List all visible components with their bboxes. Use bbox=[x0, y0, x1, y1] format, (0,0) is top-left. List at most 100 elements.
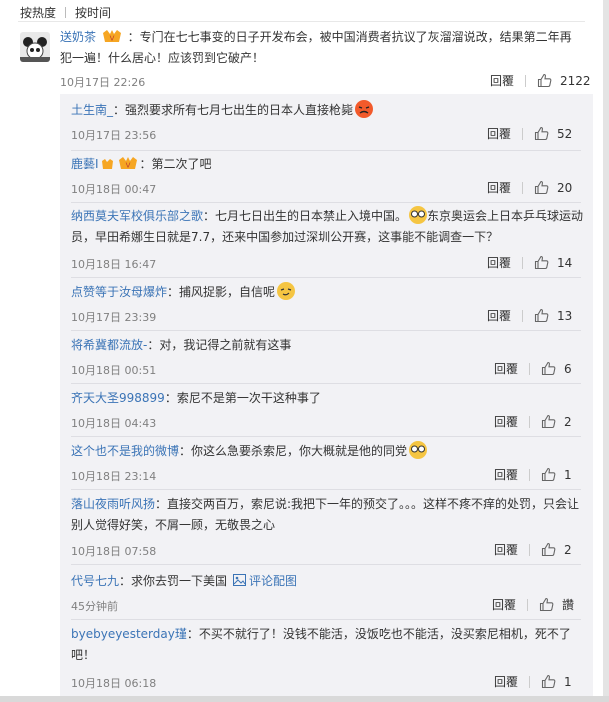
thumbs-up-icon bbox=[537, 73, 552, 88]
reply-button[interactable]: 回覆 bbox=[487, 254, 511, 271]
reply-text: 土生南_：强烈要求所有七月七出生的日本人直接枪毙 bbox=[71, 100, 586, 121]
thumbs-up-icon bbox=[541, 414, 556, 429]
like-button[interactable]: 20 bbox=[534, 180, 572, 195]
comment-image-link[interactable]: 评论配图 bbox=[233, 574, 297, 588]
like-button[interactable]: 2122 bbox=[537, 73, 591, 88]
angry-emoji-icon bbox=[355, 100, 374, 118]
reply-button[interactable]: 回覆 bbox=[494, 360, 518, 377]
thumbs-up-icon bbox=[541, 361, 556, 376]
reply-body: ：索尼不是第一次干这种事了 bbox=[164, 391, 321, 405]
divider bbox=[71, 383, 581, 384]
action-separator bbox=[522, 256, 524, 269]
action-separator bbox=[529, 675, 531, 688]
tab-sort-hot[interactable]: 按热度 bbox=[20, 4, 56, 21]
like-count: 14 bbox=[557, 255, 573, 270]
main-comment-username[interactable]: 送奶茶 bbox=[60, 30, 96, 44]
action-separator bbox=[522, 127, 524, 140]
reply-button[interactable]: 回覆 bbox=[494, 466, 518, 483]
like-count: 20 bbox=[557, 180, 573, 195]
reply-username[interactable]: 鹿藝I bbox=[71, 157, 99, 171]
reply-time: 10月18日 23:14 bbox=[71, 470, 157, 483]
divider bbox=[71, 150, 581, 151]
thumbs-up-icon bbox=[534, 180, 549, 195]
reply-actions: 回覆 讚 bbox=[492, 596, 574, 613]
like-button[interactable]: 2 bbox=[541, 542, 572, 557]
comment-page: 按热度 按时间 送奶茶 V ：专门在七七事变的日子开发布会，被中国消费者抗议了灰… bbox=[0, 0, 603, 702]
reply-button[interactable]: 回覆 bbox=[487, 307, 511, 324]
scrollbar[interactable] bbox=[603, 0, 609, 702]
like-button[interactable]: 52 bbox=[534, 126, 572, 141]
divider bbox=[18, 21, 585, 22]
reply-text: 齐天大圣998899：索尼不是第一次干这种事了 bbox=[71, 388, 586, 409]
main-comment-actions: 回覆 2122 bbox=[490, 72, 591, 89]
reply-text: 落山夜雨听风扬：直接交两百万，索尼说:我把下一年的预交了。。。这样不疼不痒的处罚… bbox=[71, 494, 586, 536]
reply-username[interactable]: 纳西莫夫军校俱乐部之歌 bbox=[71, 209, 203, 223]
action-separator bbox=[529, 468, 531, 481]
svg-text:V: V bbox=[109, 35, 114, 43]
bottom-edge bbox=[0, 696, 609, 702]
reply-button[interactable]: 回覆 bbox=[494, 413, 518, 430]
like-button[interactable]: 14 bbox=[534, 255, 572, 270]
action-separator bbox=[527, 598, 529, 611]
like-count: 13 bbox=[557, 308, 573, 323]
reply-button[interactable]: 回覆 bbox=[487, 179, 511, 196]
reply-button[interactable]: 回覆 bbox=[490, 72, 514, 89]
reply-body: ：求你去罚一下美国 bbox=[119, 574, 228, 588]
thumbs-up-icon bbox=[541, 542, 556, 557]
like-button[interactable]: 1 bbox=[541, 467, 572, 482]
vip-badge-icon bbox=[101, 156, 114, 177]
reply-actions: 回覆 6 bbox=[494, 360, 572, 377]
comment-image-label: 评论配图 bbox=[249, 574, 298, 588]
like-count: 1 bbox=[564, 674, 572, 689]
reply-button[interactable]: 回覆 bbox=[494, 541, 518, 558]
reply-username[interactable]: 齐天大圣998899 bbox=[71, 391, 165, 405]
divider bbox=[71, 202, 581, 203]
reply-username[interactable]: 这个也不是我的微博 bbox=[71, 444, 179, 458]
reply-actions: 回覆 1 bbox=[494, 673, 572, 690]
reply-list: 土生南_：强烈要求所有七月七出生的日本人直接枪毙 10月17日 23:56 回覆… bbox=[60, 94, 593, 702]
like-button[interactable]: 6 bbox=[541, 361, 572, 376]
avatar[interactable] bbox=[20, 32, 50, 62]
reply-username[interactable]: 点赞等于汝母爆炸 bbox=[71, 285, 167, 299]
action-separator bbox=[525, 74, 527, 87]
reply-actions: 回覆 13 bbox=[487, 307, 572, 324]
reply-actions: 回覆 2 bbox=[494, 413, 572, 430]
divider bbox=[71, 564, 581, 565]
reply-username[interactable]: 将希冀都流放- bbox=[71, 338, 147, 352]
divider bbox=[71, 277, 581, 278]
divider bbox=[71, 619, 581, 620]
like-count: 讚 bbox=[562, 598, 575, 612]
image-icon bbox=[233, 574, 247, 586]
reply-button[interactable]: 回覆 bbox=[492, 596, 516, 613]
main-comment-body: ：专门在七七事变的日子开发布会，被中国消费者抗议了灰溜溜说改，结果第二年再犯一遍… bbox=[60, 30, 572, 65]
reply-time: 10月18日 04:43 bbox=[71, 417, 157, 430]
like-button[interactable]: 1 bbox=[541, 674, 572, 689]
reply-actions: 回覆 52 bbox=[487, 125, 572, 142]
reply-username[interactable]: 落山夜雨听风扬 bbox=[71, 497, 155, 511]
reply-time: 10月18日 00:51 bbox=[71, 364, 157, 377]
reply-actions: 回覆 1 bbox=[494, 466, 572, 483]
action-separator bbox=[522, 309, 524, 322]
reply-time: 45分钟前 bbox=[71, 600, 118, 613]
like-button[interactable]: 13 bbox=[534, 308, 572, 323]
thumbs-up-icon bbox=[539, 597, 554, 612]
reply-time: 10月18日 07:58 bbox=[71, 545, 157, 558]
reply-username[interactable]: byebyeyesterday瑾 bbox=[71, 627, 187, 641]
tab-sort-time[interactable]: 按时间 bbox=[75, 4, 111, 21]
like-count: 1 bbox=[564, 467, 572, 482]
like-count: 52 bbox=[557, 126, 573, 141]
reply-text: 鹿藝I V ：第二次了吧 bbox=[71, 154, 586, 175]
reply-text: byebyeyesterday瑾：不买不就行了！没钱不能活，没饭吃也不能活，没买… bbox=[71, 624, 586, 666]
like-count: 2 bbox=[564, 542, 572, 557]
reply-username[interactable]: 代号七九 bbox=[71, 574, 119, 588]
reply-text: 将希冀都流放-：对，我记得之前就有这事 bbox=[71, 335, 586, 356]
reply-actions: 回覆 14 bbox=[487, 254, 572, 271]
like-button[interactable]: 讚 bbox=[539, 596, 574, 613]
reply-text: 点赞等于汝母爆炸：捕风捉影，自信呢 bbox=[71, 282, 586, 303]
reply-button[interactable]: 回覆 bbox=[487, 125, 511, 142]
like-button[interactable]: 2 bbox=[541, 414, 572, 429]
reply-button[interactable]: 回覆 bbox=[494, 673, 518, 690]
action-separator bbox=[529, 415, 531, 428]
reply-username[interactable]: 土生南_ bbox=[71, 103, 113, 117]
reply-time: 10月17日 23:39 bbox=[71, 311, 157, 324]
